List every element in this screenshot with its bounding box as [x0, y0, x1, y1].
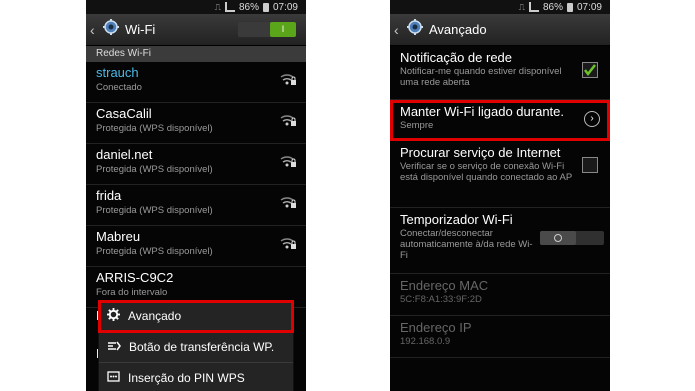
toggle-knob: I — [270, 22, 296, 37]
setting-ip-address: Endereço IP 192.168.0.9 — [390, 316, 610, 358]
back-icon[interactable]: ‹ — [90, 22, 100, 38]
status-bar: ⎍ 86% 07:09 — [86, 0, 306, 14]
toggle-knob — [540, 231, 576, 245]
setting-title: Notificação de rede — [400, 50, 513, 65]
checkbox-checked[interactable] — [582, 62, 598, 78]
usb-icon: ⎍ — [518, 1, 525, 12]
list-item[interactable]: daniel.net Protegida (WPS disponível) — [86, 144, 306, 185]
list-item[interactable]: frida Protegida (WPS disponível) — [86, 185, 306, 226]
wifi-lock-icon — [280, 195, 296, 214]
battery-icon — [262, 2, 269, 12]
network-status: Protegida (WPS disponível) — [96, 164, 213, 175]
network-status: Protegida (WPS disponível) — [96, 246, 213, 257]
setting-subtitle: Verificar se o serviço de conexão Wi-Fi … — [400, 161, 573, 183]
network-name: daniel.net — [96, 147, 153, 162]
wifi-timer-toggle[interactable] — [540, 231, 604, 245]
setting-wifi-timer[interactable]: Temporizador Wi-Fi Conectar/desconectar … — [390, 208, 610, 274]
status-bar: ⎍ 86% 07:09 — [390, 0, 610, 14]
menu-item-wps-button[interactable]: Botão de transferência WP. — [99, 332, 293, 363]
back-icon[interactable]: ‹ — [394, 22, 404, 38]
page-title: Wi-Fi — [125, 22, 156, 37]
menu-label: Botão de transferência WP. — [129, 340, 275, 354]
network-name: Mabreu — [96, 229, 141, 244]
network-name: frida — [96, 188, 122, 203]
chevron-right-icon[interactable]: › — [584, 111, 600, 127]
network-status: Protegida (WPS disponível) — [96, 123, 213, 134]
settings-gear-icon — [102, 18, 120, 41]
setting-subtitle: 192.168.0.9 — [400, 336, 451, 347]
page-title: Avançado — [429, 22, 487, 37]
battery-text: 86% — [238, 1, 259, 13]
setting-title: Manter Wi-Fi ligado durante. — [400, 104, 565, 119]
setting-title: Endereço MAC — [400, 278, 489, 293]
list-item[interactable]: CasaCalil Protegida (WPS disponível) — [86, 103, 306, 144]
setting-subtitle: Sempre — [400, 120, 434, 131]
battery-icon — [566, 2, 573, 12]
battery-text: 86% — [542, 1, 563, 13]
wps-icon — [107, 340, 121, 355]
network-name: CasaCalil — [96, 106, 152, 121]
setting-title: Temporizador Wi-Fi — [400, 212, 513, 227]
network-status: Conectado — [96, 82, 142, 93]
network-status: Protegida (WPS disponível) — [96, 205, 213, 216]
list-item[interactable]: strauch Conectado — [86, 62, 306, 103]
checkbox[interactable] — [582, 157, 598, 173]
menu-item-advanced[interactable]: Avançado — [98, 300, 294, 333]
title-bar: ‹ Avançado — [390, 14, 610, 46]
signal-icon — [528, 2, 539, 12]
wifi-lock-icon — [280, 236, 296, 255]
setting-keep-wifi-on[interactable]: Manter Wi-Fi ligado durante. Sempre › — [390, 100, 610, 141]
network-name: strauch — [96, 65, 139, 80]
setting-subtitle: Notificar-me quando estiver disponível u… — [400, 66, 562, 88]
setting-title: Endereço IP — [400, 320, 472, 335]
settings-gear-icon — [406, 18, 424, 41]
wifi-lock-icon — [280, 113, 296, 132]
setting-title: Procurar serviço de Internet — [400, 145, 561, 160]
menu-item-wps-pin[interactable]: Inserção do PIN WPS — [99, 363, 293, 391]
gear-icon — [107, 308, 120, 324]
wifi-lock-icon — [280, 154, 296, 173]
menu-label: Avançado — [128, 309, 182, 323]
clock: 07:09 — [576, 1, 602, 13]
setting-internet-service[interactable]: Procurar serviço de Internet Verificar s… — [390, 141, 610, 208]
wifi-lock-icon — [280, 72, 296, 91]
network-name: ARRIS-C9C2 — [96, 270, 174, 285]
usb-icon: ⎍ — [214, 1, 221, 12]
advanced-screen: ⎍ 86% 07:09 ‹ Avançado Notificação de re… — [390, 0, 610, 391]
setting-mac-address: Endereço MAC 5C:F8:A1:33:9F:2D — [390, 274, 610, 316]
wifi-screen: ⎍ 86% 07:09 ‹ Wi-Fi I Redes Wi-Fi strauc… — [86, 0, 306, 391]
signal-icon — [224, 2, 235, 12]
setting-subtitle: 5C:F8:A1:33:9F:2D — [400, 294, 482, 305]
section-header: Redes Wi-Fi — [86, 46, 306, 62]
menu-label: Inserção do PIN WPS — [128, 371, 245, 385]
setting-network-notification[interactable]: Notificação de rede Notificar-me quando … — [390, 46, 610, 100]
checkmark-icon — [584, 64, 596, 77]
network-list: strauch Conectado CasaCalil Protegida (WPS … — [86, 62, 306, 308]
list-item[interactable]: Mabreu Protegida (WPS disponível) — [86, 226, 306, 267]
network-status: Fora do intervalo — [96, 287, 168, 298]
clock: 07:09 — [272, 1, 298, 13]
wifi-toggle[interactable]: I — [238, 22, 296, 37]
options-menu: Avançado Botão de transferência WP. Inse… — [98, 300, 294, 391]
pin-icon — [107, 370, 120, 386]
